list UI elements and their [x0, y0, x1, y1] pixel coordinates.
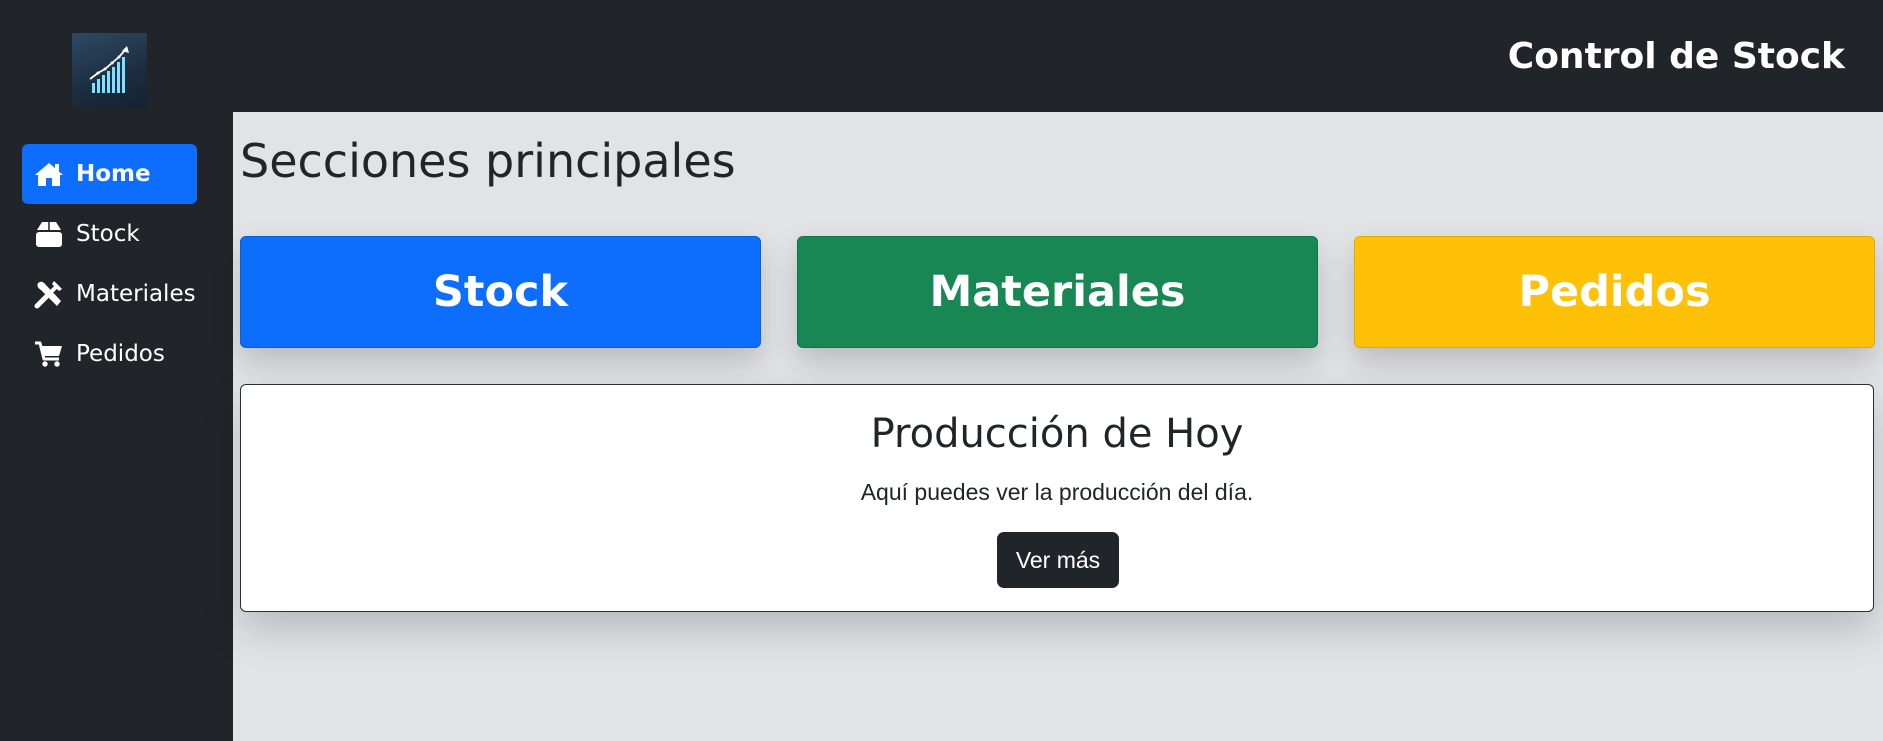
stock-section-button[interactable]: Stock	[240, 236, 761, 348]
sidebar-item-label: Stock	[76, 221, 140, 247]
sidebar-item-home[interactable]: Home	[22, 144, 197, 204]
app-logo[interactable]	[72, 33, 147, 108]
app-window: Control de Stock Home Stock Materiales P…	[0, 0, 1883, 741]
ver-mas-button[interactable]: Ver más	[997, 532, 1119, 588]
app-title: Control de Stock	[1507, 36, 1845, 77]
page-title: Secciones principales	[240, 134, 736, 188]
top-navbar: Control de Stock	[0, 0, 1883, 112]
home-icon	[34, 159, 64, 189]
cart-icon	[34, 339, 64, 369]
card-title: Producción de Hoy	[870, 411, 1244, 457]
main-content: Secciones principales Stock Materiales P…	[233, 112, 1883, 741]
box-icon	[34, 219, 64, 249]
sidebar-nav: Home Stock Materiales Pedidos	[22, 144, 197, 384]
sidebar: Home Stock Materiales Pedidos	[0, 0, 233, 741]
materiales-section-button[interactable]: Materiales	[797, 236, 1318, 348]
sidebar-item-stock[interactable]: Stock	[22, 204, 197, 264]
sidebar-item-label: Materiales	[76, 281, 196, 307]
production-card: Producción de Hoy Aquí puedes ver la pro…	[240, 384, 1874, 612]
tools-icon	[34, 279, 64, 309]
card-text: Aquí puedes ver la producción del día.	[860, 479, 1254, 505]
pedidos-section-button[interactable]: Pedidos	[1354, 236, 1875, 348]
sidebar-item-materiales[interactable]: Materiales	[22, 264, 197, 324]
bar-chart-growth-icon	[89, 46, 129, 93]
sidebar-item-label: Pedidos	[76, 341, 165, 367]
sidebar-item-label: Home	[76, 161, 151, 187]
sidebar-item-pedidos[interactable]: Pedidos	[22, 324, 197, 384]
